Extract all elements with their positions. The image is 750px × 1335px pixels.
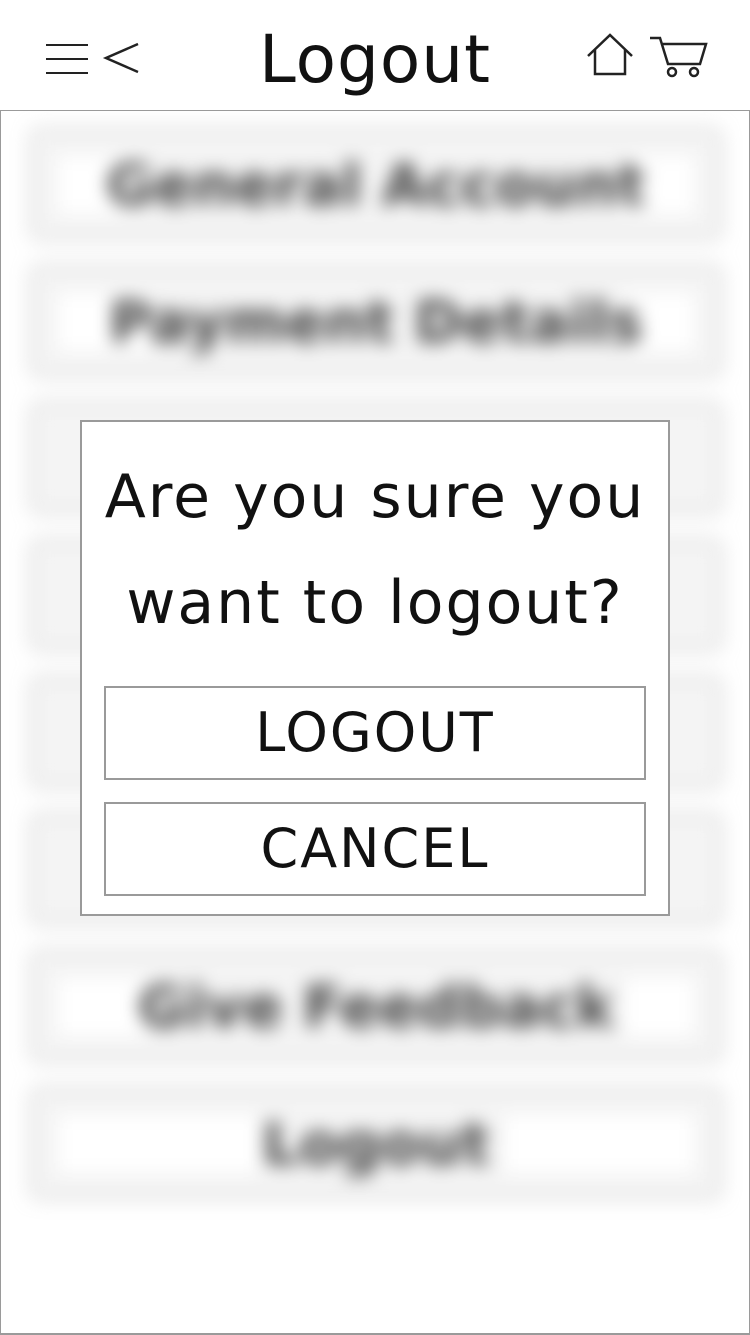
app-header: Logout: [0, 0, 750, 110]
hamburger-line: [46, 72, 88, 74]
chevron-left-icon[interactable]: [100, 36, 144, 80]
hamburger-menu-icon[interactable]: [46, 42, 90, 76]
cancel-button[interactable]: CANCEL: [104, 802, 646, 896]
hamburger-line: [46, 58, 88, 60]
menu-item-label: Logout: [262, 1110, 490, 1178]
menu-item-give-feedback[interactable]: Give Feedback: [33, 953, 719, 1059]
menu-item-logout[interactable]: Logout: [33, 1090, 719, 1196]
menu-item-label: General Account: [106, 151, 646, 219]
menu-item-payment-details[interactable]: Payment Details: [33, 268, 719, 374]
page-title: Logout: [259, 21, 491, 98]
logout-button[interactable]: LOGOUT: [104, 686, 646, 780]
hamburger-line: [46, 44, 88, 46]
menu-item-label: Payment Details: [109, 288, 643, 356]
shopping-cart-icon[interactable]: [648, 34, 710, 80]
menu-item-label: Give Feedback: [138, 973, 614, 1041]
home-icon[interactable]: [584, 32, 636, 78]
logout-confirm-dialog: Are you sure you want to logout? LOGOUT …: [80, 420, 670, 916]
dialog-message: Are you sure you want to logout?: [104, 462, 646, 638]
menu-item-general-account[interactable]: General Account: [33, 131, 719, 237]
